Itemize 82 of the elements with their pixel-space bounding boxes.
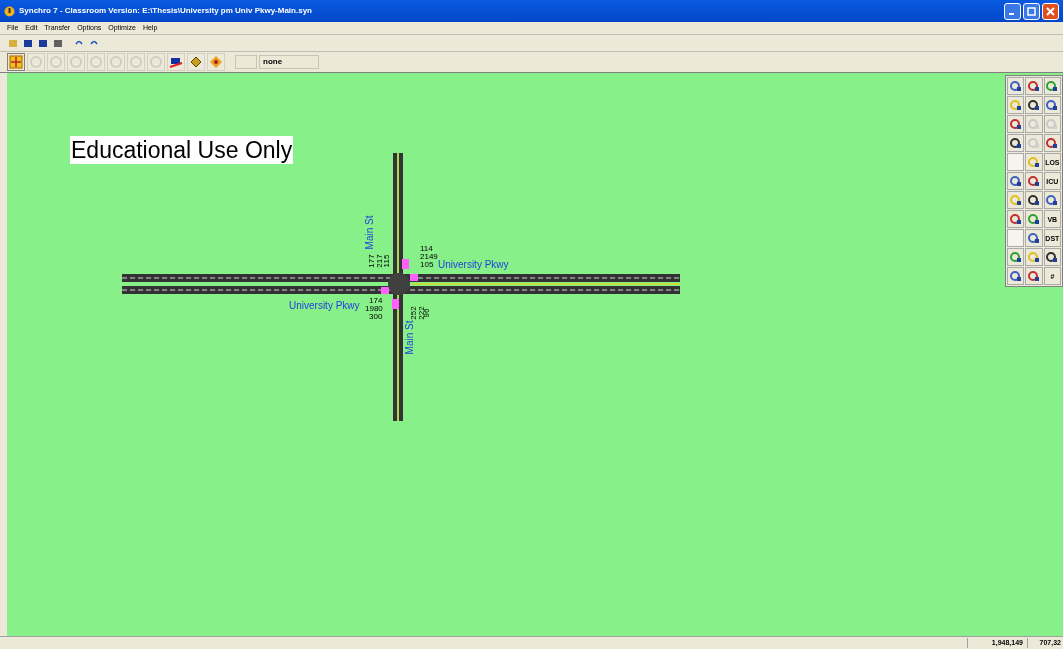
palette-tool-button[interactable] [1025,248,1043,266]
tool-icon [1028,194,1040,206]
tool-icon [1009,99,1022,111]
tool-icon [1009,251,1022,263]
tool-icon [149,55,163,69]
tool-icon [1009,194,1022,206]
empty-field[interactable] [235,55,257,69]
maximize-button[interactable] [1023,2,1040,20]
palette-tool-button[interactable] [1007,267,1025,285]
palette-tool-button[interactable] [1025,229,1043,247]
volume-label: 115 [383,254,392,268]
tool-icon [109,55,123,69]
tool-icon [1009,118,1022,130]
palette-tool-button[interactable] [1025,210,1043,228]
window-title: Synchro 7 - Classroom Version: E:\Thesis\University pm Univ Pkwy-Main.syn [19,5,312,17]
palette-tool-button[interactable] [1025,153,1043,171]
street-label: University Pkwy [438,259,509,272]
tool-icon [29,55,43,69]
tool-icon [1028,175,1040,187]
notice-text: Educational Use Only [70,136,294,164]
volume-label: 252 [409,306,418,320]
tool-icon [1028,251,1040,263]
volume-label: 217 [375,254,384,268]
volume-label: 177 [367,254,376,268]
palette-tool-button[interactable] [1043,191,1061,209]
tool-icon [49,55,63,69]
tool-icon [1028,118,1040,130]
tool-icon [1028,156,1040,168]
tool-icon [1009,137,1022,149]
volume-label: 105 [420,261,434,269]
app-icon [4,5,15,17]
tool-icon [1009,175,1022,187]
minimize-button[interactable] [1004,2,1021,20]
tool-icon [1046,99,1059,111]
palette-tool-button[interactable] [1043,248,1061,266]
tool-icon [1009,213,1022,225]
tool-icon [1046,80,1059,92]
tool-icon [1009,80,1022,92]
tool-icon [1028,270,1040,282]
palette-tool-button[interactable] [1025,267,1043,285]
tool-icon [1028,80,1040,92]
palette-tool-button[interactable] [1007,210,1025,228]
palette-tool-button[interactable] [1007,96,1025,114]
street-label: University Pkwy [289,299,360,313]
volume-label: 1980 [365,305,383,313]
palette-tool-button[interactable] [1043,96,1061,114]
palette-tool-button[interactable] [1007,191,1025,209]
volume-label: 300 [369,313,383,321]
palette-tool-button[interactable] [1007,248,1025,266]
tool-icon [69,55,83,69]
tool-icon [1046,251,1059,263]
volume-label: 174 [369,297,383,305]
minimize-icon [1009,13,1014,15]
tool-icon [1028,99,1040,111]
tool-icon [89,55,103,69]
palette-tool-button[interactable] [1007,115,1025,133]
tool-icon [1046,137,1059,149]
volume-label: 96 [423,308,432,318]
tool-icon [129,55,143,69]
toolbar-field[interactable]: none [259,55,319,69]
tool-icon [1028,213,1040,225]
tool-icon [1028,232,1040,244]
tool-icon [1009,270,1022,282]
palette-tool-button[interactable] [1043,77,1061,95]
palette-tool-button[interactable] [1007,172,1025,190]
volume-label: 2149 [420,253,438,261]
tool-icon [1046,118,1059,130]
tool-icon [1028,137,1040,149]
street-label: Main St [403,320,417,355]
palette-tool-button[interactable] [1025,96,1043,114]
palette-tool-button[interactable] [1025,77,1043,95]
palette-tool-button[interactable] [1007,77,1025,95]
maximize-icon [1027,6,1036,16]
close-button[interactable] [1042,2,1059,20]
volume-label: 114 [420,245,433,253]
street-label: Main St [363,215,377,250]
palette-tool-button[interactable] [1007,134,1025,152]
tool-icon [1046,194,1059,206]
close-icon [1046,6,1055,16]
palette-tool-button[interactable] [1025,172,1043,190]
palette-tool-button[interactable] [1025,191,1043,209]
palette-tool-button[interactable] [1043,134,1061,152]
